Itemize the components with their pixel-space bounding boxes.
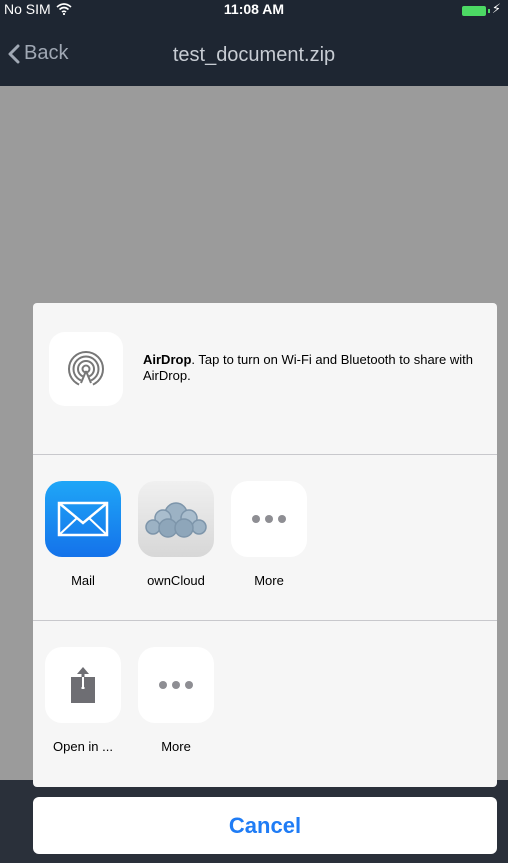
share-app-more[interactable]: More <box>230 481 308 588</box>
airdrop-description: AirDrop. Tap to turn on Wi-Fi and Blueto… <box>143 352 483 384</box>
owncloud-icon[interactable] <box>138 481 214 557</box>
share-sheet: AirDrop. Tap to turn on Wi-Fi and Blueto… <box>33 303 497 787</box>
share-app-label: More <box>254 573 284 588</box>
action-label: Open in ... <box>53 739 113 754</box>
action-open-in[interactable]: Open in ... <box>44 647 122 754</box>
status-bar: No SIM 11:08 AM ⚡ <box>0 0 508 20</box>
more-dots-icon[interactable] <box>138 647 214 723</box>
actions-row: Open in ... More <box>33 621 497 787</box>
airdrop-hint: . Tap to turn on Wi-Fi and Bluetooth to … <box>143 352 473 383</box>
airdrop-title: AirDrop <box>143 352 192 367</box>
share-apps-row: Mail ownCloud More <box>33 455 497 621</box>
battery-tip <box>488 9 490 13</box>
mail-icon[interactable] <box>45 481 121 557</box>
more-dots-icon[interactable] <box>231 481 307 557</box>
share-app-label: Mail <box>71 573 95 588</box>
share-app-label: ownCloud <box>147 573 205 588</box>
page-title: test_document.zip <box>172 44 336 66</box>
action-more[interactable]: More <box>137 647 215 754</box>
share-app-owncloud[interactable]: ownCloud <box>137 481 215 588</box>
open-in-icon[interactable] <box>45 647 121 723</box>
share-app-mail[interactable]: Mail <box>44 481 122 588</box>
cancel-button[interactable]: Cancel <box>33 797 497 854</box>
status-time: 11:08 AM <box>223 1 285 17</box>
charging-icon: ⚡ <box>491 1 501 16</box>
navigation-bar: Back test_document.zip <box>0 20 508 86</box>
airdrop-section[interactable]: AirDrop. Tap to turn on Wi-Fi and Blueto… <box>33 303 497 455</box>
battery-icon <box>462 6 486 16</box>
airdrop-icon[interactable] <box>49 332 123 406</box>
action-label: More <box>161 739 191 754</box>
